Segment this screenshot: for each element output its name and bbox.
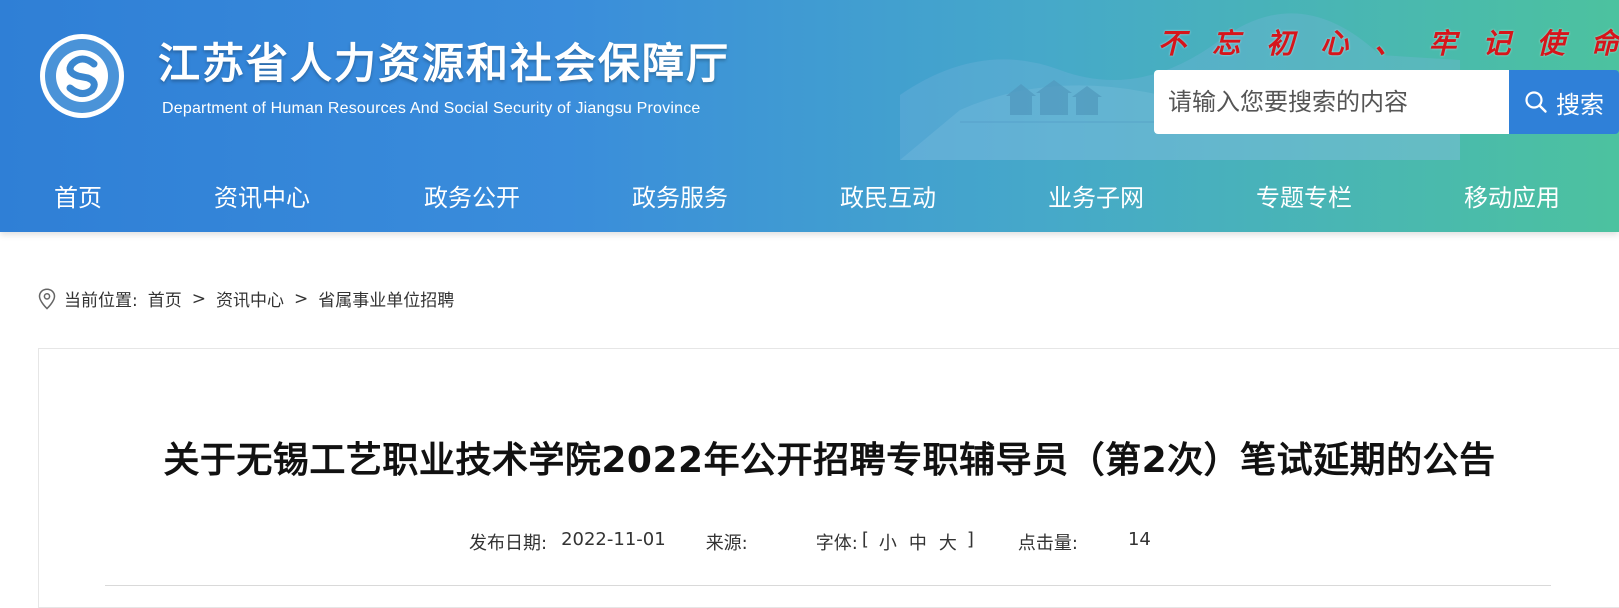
location-pin-icon — [38, 287, 56, 310]
nav-item-mobile-apps[interactable]: 移动应用 — [1464, 178, 1560, 213]
site-title: 江苏省人力资源和社会保障厅 — [158, 39, 731, 88]
source-label: 来源: — [705, 533, 748, 554]
slogan-char: 忘 — [1212, 27, 1241, 60]
slogan-char: 心 — [1320, 27, 1349, 60]
site-header: 江苏省人力资源和社会保障厅 Department of Human Resour… — [0, 0, 1619, 232]
search-button-label: 搜索 — [1556, 90, 1604, 119]
font-size-close-bracket: ] — [966, 529, 974, 550]
breadcrumb-separator: > — [293, 288, 309, 309]
nav-item-business-subsites[interactable]: 业务子网 — [1048, 178, 1144, 213]
search-icon — [1525, 91, 1547, 113]
breadcrumb-prefix: 当前位置: — [64, 291, 138, 311]
search-input[interactable] — [1154, 70, 1509, 134]
breadcrumb-news-center[interactable]: 资讯中心 — [216, 286, 284, 311]
font-size-group: 字体: [ 小 中 大 ] — [816, 529, 978, 555]
article-panel: 关于无锡工艺职业技术学院2022年公开招聘专职辅导员（第2次）笔试延期的公告 发… — [38, 348, 1619, 608]
search-box: 搜索 — [1154, 70, 1619, 134]
breadcrumb: 当前位置: 首页 > 资讯中心 > 省属事业单位招聘 — [38, 286, 454, 311]
font-size-open-bracket: [ — [861, 529, 869, 550]
nav-item-government-affairs[interactable]: 政务公开 — [424, 178, 520, 213]
breadcrumb-current-category[interactable]: 省属事业单位招聘 — [318, 286, 454, 311]
font-size-medium-button[interactable]: 中 — [909, 529, 927, 555]
breadcrumb-separator: > — [191, 288, 206, 309]
nav-item-public-interaction[interactable]: 政民互动 — [840, 178, 936, 213]
publish-date-group: 发布日期: 2022-11-01 — [469, 529, 666, 555]
font-size-small-button[interactable]: 小 — [879, 529, 897, 555]
site-subtitle: Department of Human Resources And Social… — [162, 100, 701, 117]
slogan-char: 命 — [1590, 27, 1619, 60]
nav-item-news-center[interactable]: 资讯中心 — [214, 178, 310, 213]
breadcrumb-home[interactable]: 首页 — [148, 286, 182, 311]
article-divider — [105, 585, 1551, 586]
publish-date-value: 2022-11-01 — [561, 529, 666, 550]
search-button[interactable]: 搜索 — [1509, 70, 1619, 134]
clicks-value: 14 — [1127, 529, 1151, 550]
slogan-separator: 、 — [1374, 27, 1403, 60]
slogan-char: 初 — [1266, 27, 1295, 60]
clicks-group: 点击量: 14 — [1018, 529, 1151, 555]
main-nav: 首页 资讯中心 政务公开 政务服务 政民互动 业务子网 专题专栏 移动应用 — [0, 150, 1619, 232]
article-title: 关于无锡工艺职业技术学院2022年公开招聘专职辅导员（第2次）笔试延期的公告 — [163, 440, 1496, 481]
department-seal-logo[interactable] — [38, 32, 126, 120]
slogan-char: 不 — [1158, 27, 1187, 60]
nav-item-special-topics[interactable]: 专题专栏 — [1256, 178, 1352, 213]
nav-item-government-services[interactable]: 政务服务 — [632, 178, 728, 213]
slogan-char: 牢 — [1428, 27, 1457, 60]
clicks-label: 点击量: — [1017, 533, 1078, 554]
slogan-char: 使 — [1536, 27, 1565, 60]
source-group: 来源: — [706, 529, 762, 555]
font-size-label: 字体: — [815, 533, 858, 554]
font-size-large-button[interactable]: 大 — [939, 529, 957, 555]
slogan: 不 忘 初 心 、 牢 记 使 命 — [1158, 22, 1619, 62]
article-meta: 发布日期: 2022-11-01 来源: 字体: [ 小 中 大 ] 点击量: … — [469, 529, 1191, 555]
nav-item-home[interactable]: 首页 — [54, 178, 102, 213]
publish-date-label: 发布日期: — [469, 533, 548, 554]
slogan-char: 记 — [1482, 27, 1511, 60]
